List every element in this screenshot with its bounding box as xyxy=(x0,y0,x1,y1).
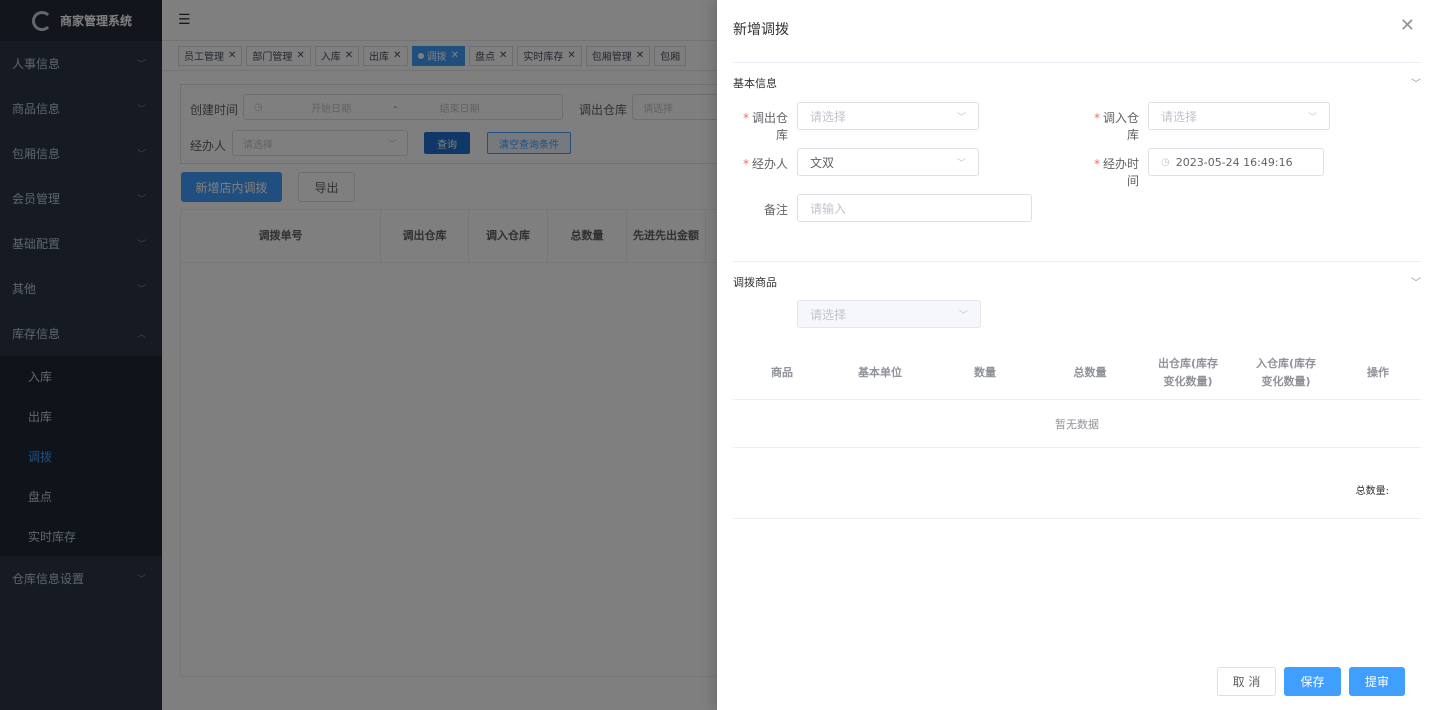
select-placeholder: 请选择 xyxy=(810,307,847,322)
handler-field-label: * 经办人 xyxy=(742,157,788,171)
time-field-label: * 经办时间 xyxy=(1093,157,1139,188)
th-in-change: 入仓库(库存变化数量) xyxy=(1255,356,1317,388)
time-field[interactable]: ◷ 2023-05-24 16:49:16 xyxy=(1148,148,1324,176)
th-actions: 操作 xyxy=(1367,365,1389,379)
divider xyxy=(733,62,1421,63)
modal-mask[interactable] xyxy=(0,0,717,710)
th-total-qty: 总数量 xyxy=(1073,365,1107,379)
remark-input[interactable]: 请输入 xyxy=(797,194,1032,222)
time-value: 2023-05-24 16:49:16 xyxy=(1175,155,1293,169)
chevron-down-icon[interactable]: ﹀ xyxy=(1411,75,1421,90)
input-placeholder: 请输入 xyxy=(810,201,847,216)
chevron-down-icon: ﹀ xyxy=(1307,112,1317,123)
label-text: 调入仓库 xyxy=(1102,111,1139,142)
total-qty-label: 总数量: xyxy=(1355,486,1389,497)
label-text: 经办时间 xyxy=(1102,157,1139,188)
goods-select[interactable]: 请选择 ﹀ xyxy=(797,300,981,328)
submit-review-button[interactable]: 提审 xyxy=(1349,667,1405,696)
handler-value: 文双 xyxy=(810,155,835,170)
th-qty: 数量 xyxy=(974,365,996,379)
label-text: 经办人 xyxy=(751,157,788,171)
chevron-down-icon: ﹀ xyxy=(956,112,966,123)
empty-state: 暂无数据 xyxy=(733,400,1421,448)
goods-table: 商品 基本单位 数量 总数量 出仓库(库存变化数量) 入仓库(库存变化数量) 操… xyxy=(733,346,1421,448)
out-warehouse-field[interactable]: 请选择 ﹀ xyxy=(797,102,979,130)
clock-icon: ◷ xyxy=(1161,156,1170,168)
cancel-button[interactable]: 取 消 xyxy=(1217,667,1276,696)
goods-section-title: 调拨商品 xyxy=(733,276,777,289)
label-text: 调出仓库 xyxy=(751,111,788,142)
in-warehouse-field-label: * 调入仓库 xyxy=(1093,111,1139,142)
chevron-down-icon: ﹀ xyxy=(956,158,966,169)
chevron-down-icon: ﹀ xyxy=(958,310,968,321)
handler-field[interactable]: 文双 ﹀ xyxy=(797,148,979,176)
save-button[interactable]: 保存 xyxy=(1284,667,1341,696)
select-placeholder: 请选择 xyxy=(1161,109,1198,124)
basic-info-section-title: 基本信息 xyxy=(733,77,777,90)
add-transfer-drawer: 新增调拨 ✕ 基本信息 ﹀ * 调出仓库 请选择 ﹀ * 调入仓库 请选择 ﹀ * 经办人… xyxy=(717,0,1435,710)
drawer-title: 新增调拨 xyxy=(733,22,789,38)
in-warehouse-field[interactable]: 请选择 ﹀ xyxy=(1148,102,1330,130)
th-out-change: 出仓库(库存变化数量) xyxy=(1157,356,1219,388)
remark-field-label: 备注 xyxy=(763,203,788,217)
out-warehouse-field-label: * 调出仓库 xyxy=(742,111,788,142)
th-unit: 基本单位 xyxy=(858,365,902,379)
goods-table-header: 商品 基本单位 数量 总数量 出仓库(库存变化数量) 入仓库(库存变化数量) 操… xyxy=(733,346,1421,400)
divider xyxy=(733,518,1421,519)
divider xyxy=(733,261,1421,262)
select-placeholder: 请选择 xyxy=(810,109,847,124)
th-goods: 商品 xyxy=(771,365,793,379)
close-icon[interactable]: ✕ xyxy=(1400,15,1415,36)
chevron-down-icon[interactable]: ﹀ xyxy=(1411,274,1421,289)
